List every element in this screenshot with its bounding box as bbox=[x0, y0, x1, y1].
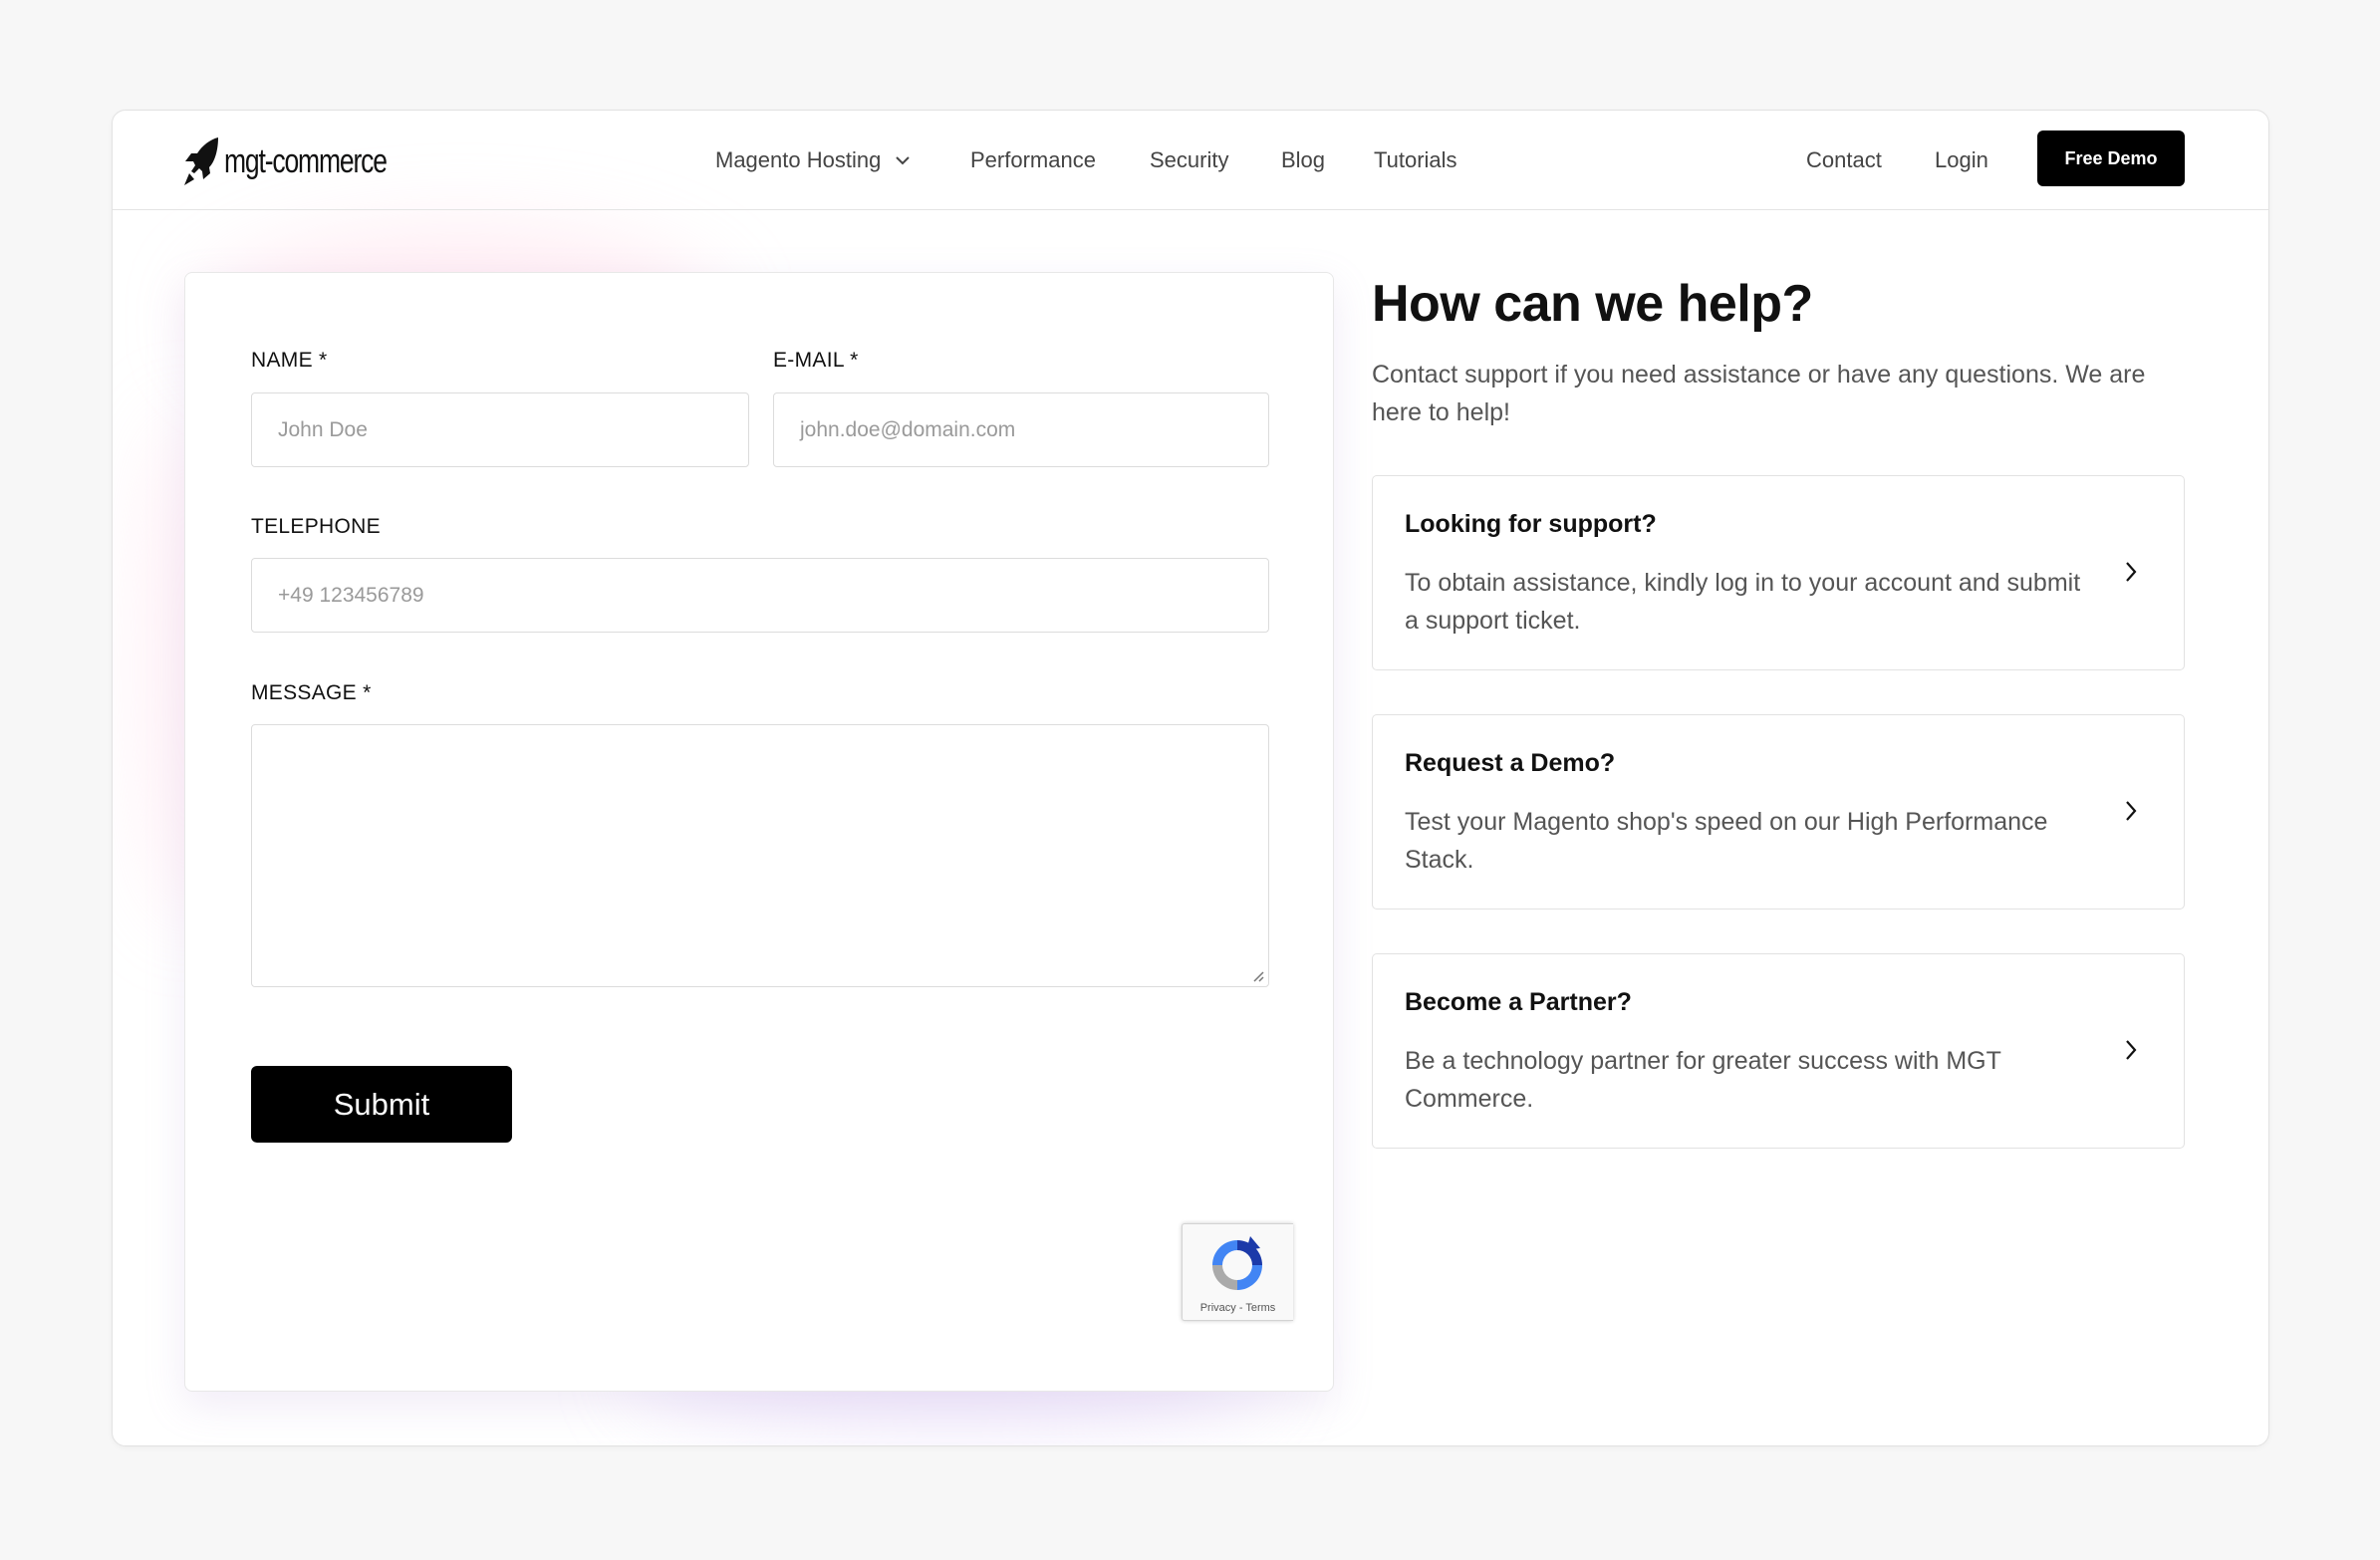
browser-frame: mgt-commerce Magento Hosting Performance… bbox=[112, 110, 2269, 1446]
telephone-field[interactable]: +49 123456789 bbox=[251, 558, 1269, 633]
contact-form-card: NAME * John Doe E-MAIL * john.doe@domain… bbox=[184, 272, 1334, 1392]
nav-security[interactable]: Security bbox=[1150, 147, 1228, 173]
nav-blog-wrap: Blog bbox=[1281, 111, 1325, 210]
chevron-right-icon bbox=[2126, 1040, 2137, 1060]
email-label: E-MAIL * bbox=[773, 349, 859, 372]
nav-label: Magento Hosting bbox=[715, 147, 882, 172]
demo-card-text: Test your Magento shop's speed on our Hi… bbox=[1405, 808, 2048, 874]
nav-login-wrap: Login bbox=[1935, 111, 1988, 210]
partner-card-text: Be a technology partner for greater succ… bbox=[1405, 1047, 2001, 1113]
chevron-down-icon bbox=[896, 156, 911, 165]
partner-card-title: Become a Partner? bbox=[1405, 988, 1632, 1016]
help-subtitle: Contact support if you need assistance o… bbox=[1372, 361, 2146, 426]
demo-card-title: Request a Demo? bbox=[1405, 749, 1616, 777]
telephone-label: TELEPHONE bbox=[251, 515, 381, 538]
recaptcha-badge[interactable]: Privacy - Terms bbox=[1182, 1223, 1293, 1321]
site-header: mgt-commerce Magento Hosting Performance… bbox=[113, 111, 2268, 210]
name-placeholder: John Doe bbox=[278, 417, 368, 441]
partner-card[interactable]: Become a Partner? Be a technology partne… bbox=[1372, 953, 2185, 1149]
nav-contact-wrap: Contact bbox=[1806, 111, 1882, 210]
rocket-icon bbox=[184, 137, 218, 185]
message-label: MESSAGE * bbox=[251, 681, 372, 704]
nav-performance[interactable]: Performance bbox=[970, 147, 1096, 173]
nav-login[interactable]: Login bbox=[1935, 147, 1988, 173]
demo-card[interactable]: Request a Demo? Test your Magento shop's… bbox=[1372, 714, 2185, 910]
nav-security-wrap: Security bbox=[1150, 111, 1228, 210]
nav-tutorials-wrap: Tutorials bbox=[1374, 111, 1457, 210]
resize-handle-icon[interactable] bbox=[1250, 968, 1264, 982]
logo-text: mgt-commerce bbox=[224, 141, 388, 180]
message-textarea[interactable] bbox=[251, 724, 1269, 987]
main-nav: Magento Hosting bbox=[715, 111, 911, 210]
nav-blog[interactable]: Blog bbox=[1281, 147, 1325, 173]
logo[interactable]: mgt-commerce bbox=[182, 134, 432, 188]
nav-tutorials[interactable]: Tutorials bbox=[1374, 147, 1457, 173]
name-label: NAME * bbox=[251, 349, 328, 372]
telephone-placeholder: +49 123456789 bbox=[278, 583, 424, 607]
support-card-text: To obtain assistance, kindly log in to y… bbox=[1405, 569, 2081, 635]
submit-button[interactable]: Submit bbox=[251, 1066, 512, 1143]
chevron-right-icon bbox=[2126, 801, 2137, 821]
nav-performance-wrap: Performance bbox=[970, 111, 1096, 210]
email-placeholder: john.doe@domain.com bbox=[800, 417, 1016, 441]
chevron-right-icon bbox=[2126, 562, 2137, 582]
support-card[interactable]: Looking for support? To obtain assistanc… bbox=[1372, 475, 2185, 670]
help-title: How can we help? bbox=[1372, 275, 1813, 333]
email-field[interactable]: john.doe@domain.com bbox=[773, 392, 1269, 467]
free-demo-button[interactable]: Free Demo bbox=[2037, 130, 2185, 186]
recaptcha-icon bbox=[1212, 1236, 1262, 1290]
name-field[interactable]: John Doe bbox=[251, 392, 749, 467]
support-card-title: Looking for support? bbox=[1405, 510, 1657, 538]
recaptcha-links[interactable]: Privacy - Terms bbox=[1183, 1302, 1293, 1314]
nav-magento-hosting[interactable]: Magento Hosting bbox=[715, 147, 911, 173]
nav-contact[interactable]: Contact bbox=[1806, 147, 1882, 173]
